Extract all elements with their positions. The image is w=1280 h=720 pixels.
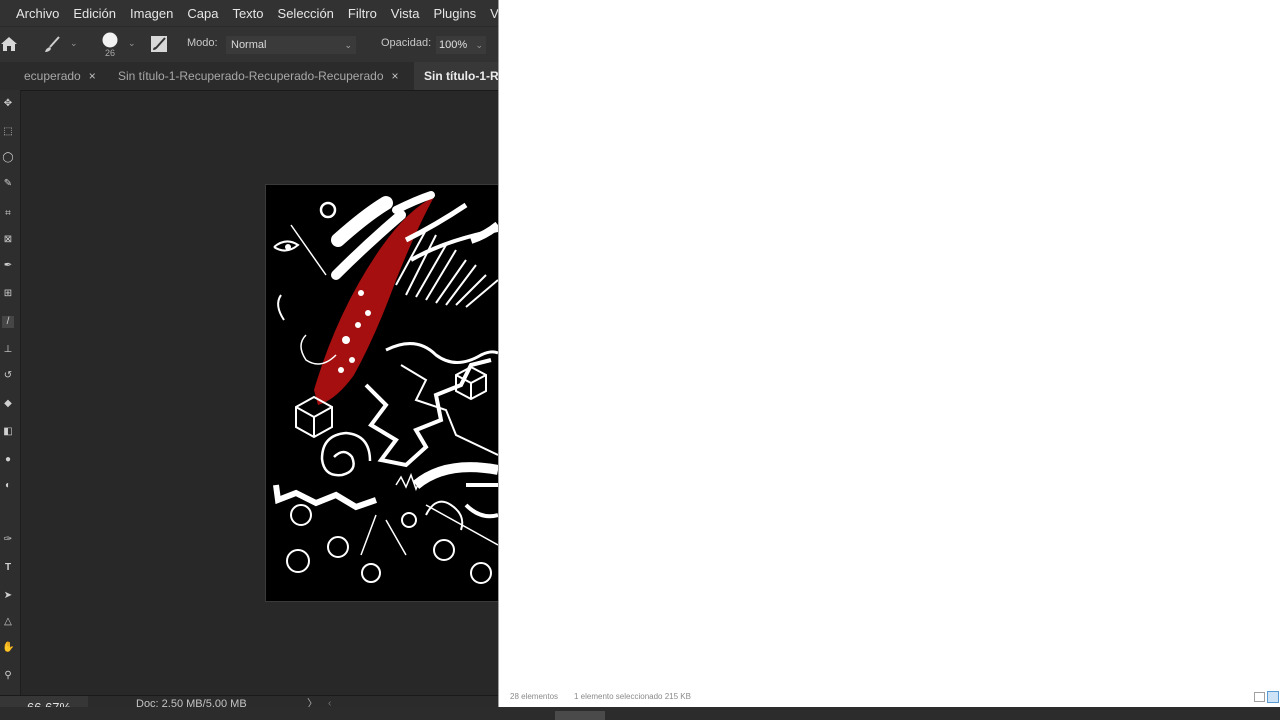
chevron-down-icon: ⌄ <box>344 40 352 50</box>
tab-label: Sin título-1-Re <box>424 69 498 83</box>
brush-tool-icon[interactable]: / <box>2 316 14 328</box>
brush-settings-icon[interactable] <box>150 35 168 53</box>
menu-vista[interactable]: Vista <box>383 6 426 21</box>
eyedropper-tool-icon[interactable]: ✒ <box>2 260 14 272</box>
item-count: 28 elementos <box>510 692 559 701</box>
options-bar: ⌄ 26 ⌄ Modo: Normal ⌄ Opacidad: 100% ⌄ <box>0 26 498 64</box>
menu-capa[interactable]: Capa <box>179 6 224 21</box>
chevron-down-icon[interactable]: ⌄ <box>128 38 136 49</box>
menu-edicion[interactable]: Edición <box>65 6 122 21</box>
move-tool-icon[interactable]: ✥ <box>2 98 14 110</box>
menu-filtro[interactable]: Filtro <box>340 6 383 21</box>
gradient-tool-icon[interactable]: ◧ <box>2 426 14 438</box>
tab-label: Sin título-1-Recuperado-Recuperado-Recup… <box>118 69 384 83</box>
history-brush-tool-icon[interactable]: ↺ <box>2 370 14 382</box>
pen-tool-icon[interactable]: ✑ <box>2 534 14 546</box>
menu-archivo[interactable]: Archivo <box>0 6 65 21</box>
type-tool-icon[interactable]: T <box>2 562 14 574</box>
opacity-field[interactable]: 100% ⌄ <box>436 36 486 54</box>
menu-bar: Archivo Edición Imagen Capa Texto Selecc… <box>0 0 498 26</box>
taskbar-app-button[interactable] <box>555 711 605 720</box>
chevron-down-icon[interactable]: ⌄ <box>475 36 483 54</box>
tab-document-1[interactable]: ecuperado × <box>24 62 106 90</box>
mode-value: Normal <box>231 39 267 51</box>
explorer-status-bar: 28 elementos 1 elemento seleccionado 215… <box>499 686 1280 707</box>
mode-label: Modo: <box>187 37 218 49</box>
file-explorer-window: 28 elementos 1 elemento seleccionado 215… <box>498 0 1280 707</box>
quick-selection-tool-icon[interactable]: ✎ <box>2 178 14 190</box>
clone-stamp-tool-icon[interactable]: ⊥ <box>2 344 14 356</box>
marquee-tool-icon[interactable]: ⬚ <box>2 126 14 138</box>
menu-seleccion[interactable]: Selección <box>270 6 340 21</box>
menu-texto[interactable]: Texto <box>224 6 269 21</box>
tools-panel: ✥ ⬚ ◯ ✎ ⌗ ⊠ ✒ ⊞ / ⊥ ↺ ◆ ◧ ● ◐ ✑ T ➤ △ ✋ … <box>0 90 21 695</box>
brush-tool-preset-icon[interactable] <box>42 36 62 54</box>
menu-plugins[interactable]: Plugins <box>425 6 482 21</box>
tab-document-2[interactable]: Sin título-1-Recuperado-Recuperado-Recup… <box>118 62 410 90</box>
dodge-tool-icon[interactable]: ◐ <box>2 480 14 492</box>
artwork-canvas[interactable] <box>266 185 498 601</box>
home-icon[interactable] <box>0 36 18 52</box>
frame-tool-icon[interactable]: ⊠ <box>2 234 14 246</box>
menu-imagen[interactable]: Imagen <box>122 6 179 21</box>
blur-tool-icon[interactable]: ● <box>2 454 14 466</box>
mode-select[interactable]: Normal ⌄ <box>226 36 356 54</box>
menu-ventana[interactable]: Ventan <box>482 6 498 21</box>
details-view-icon[interactable] <box>1254 692 1265 702</box>
spot-healing-tool-icon[interactable]: ⊞ <box>2 288 14 300</box>
tab-document-3[interactable]: Sin título-1-Re <box>414 62 498 90</box>
eraser-tool-icon[interactable]: ◆ <box>2 398 14 410</box>
large-icons-view-icon[interactable] <box>1267 691 1279 703</box>
hand-tool-icon[interactable]: ✋ <box>2 642 14 654</box>
close-icon[interactable]: × <box>392 69 399 83</box>
photoshop-window: Archivo Edición Imagen Capa Texto Selecc… <box>0 0 498 720</box>
crop-tool-icon[interactable]: ⌗ <box>2 208 14 220</box>
chevron-down-icon[interactable]: ⌄ <box>70 38 78 49</box>
shape-tool-icon[interactable]: △ <box>2 616 14 628</box>
path-selection-tool-icon[interactable]: ➤ <box>2 590 14 602</box>
opacity-value: 100% <box>439 39 468 51</box>
opacity-label: Opacidad: <box>381 37 432 49</box>
doodle-artwork-image <box>273 191 498 584</box>
selection-info: 1 elemento seleccionado 215 KB <box>574 692 691 701</box>
zoom-tool-icon[interactable]: ⚲ <box>2 670 14 682</box>
taskbar <box>0 707 1280 720</box>
close-icon[interactable]: × <box>89 69 96 83</box>
lasso-tool-icon[interactable]: ◯ <box>2 152 14 164</box>
brush-size-value: 26 <box>105 48 116 58</box>
document-tabs: ecuperado × Sin título-1-Recuperado-Recup… <box>0 62 498 91</box>
tab-label: ecuperado <box>24 69 81 83</box>
